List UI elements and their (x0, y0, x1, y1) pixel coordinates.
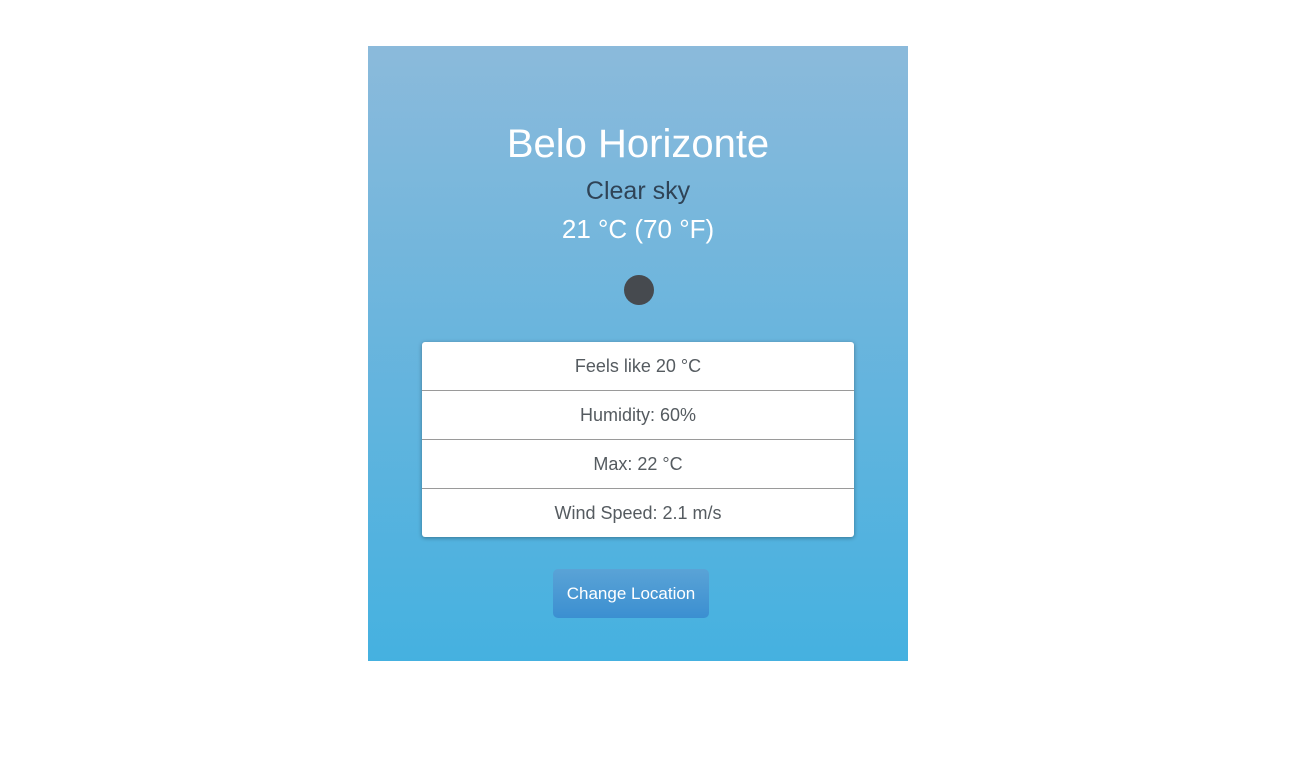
weather-icon (624, 275, 654, 305)
max-temp-item: Max: 22 °C (422, 440, 854, 489)
feels-like-item: Feels like 20 °C (422, 342, 854, 391)
humidity-item: Humidity: 60% (422, 391, 854, 440)
weather-description: Clear sky (585, 177, 691, 205)
wind-speed-item: Wind Speed: 2.1 m/s (554, 503, 722, 523)
weather-details-list: Feels like 20 °C Humidity: 60% Max: 22 °… (422, 342, 854, 537)
change-location-button[interactable]: Change Location (553, 569, 709, 618)
weather-card: Belo Horizonte Clear sky 21 °C (70 °F) F… (368, 46, 908, 661)
city-name: Belo Horizonte (506, 122, 770, 166)
temperature: 21 °C (70 °F) (561, 214, 715, 244)
